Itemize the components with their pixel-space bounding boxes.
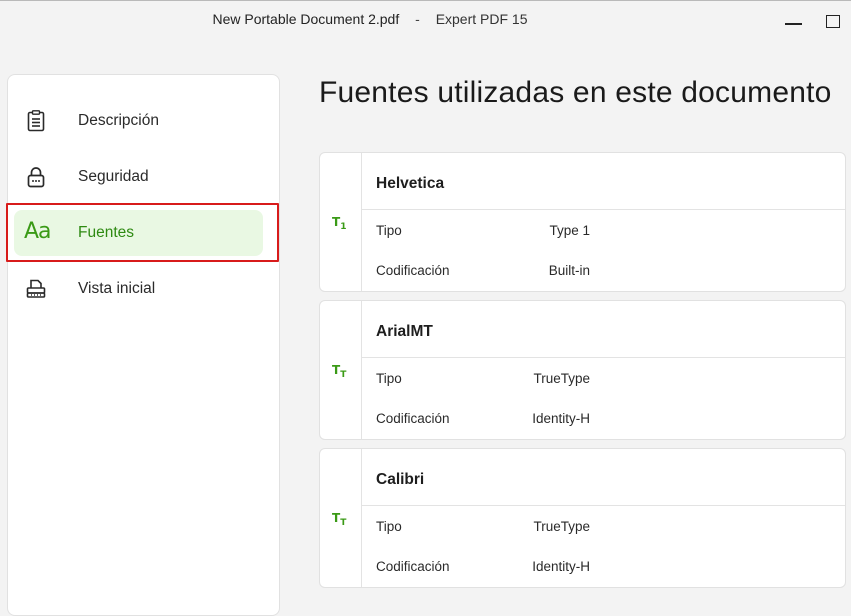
font-name: ArialMT (376, 323, 433, 340)
title-bar: New Portable Document 2.pdf - Expert PDF… (0, 0, 851, 40)
font-card-arialmt: TT ArialMT Tipo TrueType Codificación Id… (319, 300, 846, 440)
truetype-font-icon: TT (332, 363, 346, 380)
font-encoding-label: Codificación (376, 263, 450, 278)
font-icon-main: T (332, 511, 341, 525)
font-icon-sub: T (340, 518, 347, 528)
font-icon-main: T (332, 363, 341, 377)
font-encoding-value: Identity-H (532, 411, 590, 426)
font-type-label: Tipo (376, 371, 402, 386)
font-name: Helvetica (376, 175, 445, 192)
printer-view-icon (24, 277, 48, 301)
font-encoding-value: Identity-H (532, 559, 590, 574)
document-title: New Portable Document 2.pdf (212, 11, 400, 27)
sidebar-item-label: Vista inicial (78, 280, 156, 297)
maximize-button[interactable] (822, 10, 846, 34)
page-title: Fuentes utilizadas en este documento (319, 76, 832, 109)
sidebar-item-vista-inicial[interactable]: Vista inicial (8, 261, 279, 317)
fonts-aa-icon: Aa (24, 219, 52, 244)
font-type-value: Type 1 (549, 223, 590, 238)
font-type-label: Tipo (376, 223, 402, 238)
type1-font-icon: T1 (332, 215, 346, 232)
sidebar-item-label: Descripción (78, 112, 159, 129)
window-top-border (0, 0, 851, 1)
minimize-button[interactable] (782, 10, 806, 34)
font-type-value: TrueType (533, 519, 590, 534)
font-icon-sub: T (340, 370, 347, 380)
sidebar: Descripción Seguridad Aa Fuentes Vista i… (7, 74, 280, 616)
font-type-label: Tipo (376, 519, 402, 534)
sidebar-item-fuentes[interactable]: Aa Fuentes (8, 205, 279, 261)
truetype-font-icon: TT (332, 511, 346, 528)
font-name: Calibri (376, 471, 425, 488)
sidebar-item-label: Seguridad (78, 168, 149, 185)
card-divider (361, 357, 845, 358)
app-name: Expert PDF 15 (435, 11, 528, 27)
font-encoding-value: Built-in (548, 263, 590, 278)
font-icon-main: T (332, 215, 341, 229)
window-title: New Portable Document 2.pdf - Expert PDF… (0, 11, 740, 27)
font-type-value: TrueType (533, 371, 590, 386)
sidebar-item-seguridad[interactable]: Seguridad (8, 149, 279, 205)
font-encoding-label: Codificación (376, 559, 450, 574)
font-icon-sub: 1 (340, 222, 347, 232)
title-separator: - (415, 11, 420, 27)
active-item-background (14, 210, 263, 256)
sidebar-item-label: Fuentes (78, 224, 135, 241)
clipboard-icon (24, 109, 48, 133)
font-encoding-label: Codificación (376, 411, 450, 426)
font-card-calibri: TT Calibri Tipo TrueType Codificación Id… (319, 448, 846, 588)
sidebar-item-descripcion[interactable]: Descripción (8, 93, 279, 149)
font-card-helvetica: T1 Helvetica Tipo Type 1 Codificación Bu… (319, 152, 846, 292)
card-divider (361, 209, 845, 210)
card-divider (361, 505, 845, 506)
lock-icon (24, 165, 48, 189)
